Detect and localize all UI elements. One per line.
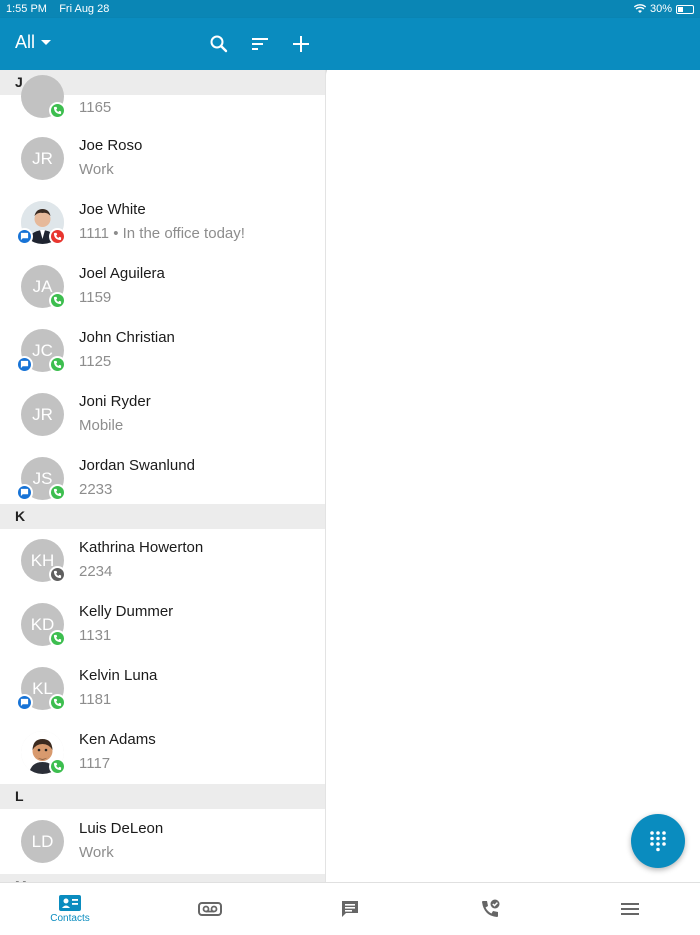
phone-status-icon xyxy=(49,102,66,119)
contact-detail: Mobile xyxy=(79,417,124,434)
contact-detail: 1165 xyxy=(79,99,112,116)
phone-status-icon xyxy=(49,356,66,373)
contact-name: Kelly Dummer xyxy=(79,603,174,620)
nav-calls[interactable] xyxy=(420,883,560,935)
contact-detail: 1111 • In the office today! xyxy=(79,225,245,242)
contact-row[interactable]: 1165 xyxy=(0,70,325,129)
app-bar: All xyxy=(0,18,700,70)
contact-name: Jordan Swanlund xyxy=(79,457,195,474)
dialpad-icon xyxy=(650,831,666,852)
filter-dropdown[interactable]: All xyxy=(15,32,52,53)
contact-row[interactable]: LD Luis DeLeon Work xyxy=(0,810,325,874)
message-icon xyxy=(342,901,358,917)
caret-down-icon xyxy=(41,40,52,45)
nav-menu[interactable] xyxy=(560,883,700,935)
contact-detail: 1117 xyxy=(79,755,111,772)
bottom-nav: Contacts xyxy=(0,882,700,934)
contact-row[interactable]: Ken Adams 1117 xyxy=(0,721,325,785)
section-header-m: M xyxy=(0,874,325,882)
phone-status-icon xyxy=(49,566,66,583)
phone-status-icon xyxy=(49,292,66,309)
nav-contacts-label: Contacts xyxy=(50,912,90,924)
contact-name: Joe Roso xyxy=(79,137,143,154)
wifi-icon xyxy=(633,4,646,13)
chat-badge-icon xyxy=(16,228,33,245)
contact-detail: 1181 xyxy=(79,691,112,708)
contact-detail: Work xyxy=(79,844,114,861)
contact-name: Joni Ryder xyxy=(79,393,151,410)
phone-status-icon xyxy=(49,630,66,647)
contact-row[interactable]: JS Jordan Swanlund 2233 xyxy=(0,447,325,511)
contact-row[interactable]: JA Joel Aguilera 1159 xyxy=(0,255,325,319)
add-contact-button[interactable] xyxy=(289,32,313,56)
phone-status-icon xyxy=(49,694,66,711)
chat-badge-icon xyxy=(16,484,33,501)
contact-row[interactable]: KD Kelly Dummer 1131 xyxy=(0,593,325,657)
phone-status-icon xyxy=(49,758,66,775)
contact-name: John Christian xyxy=(79,329,175,346)
contact-row[interactable]: Joe White 1111 • In the office today! xyxy=(0,191,325,255)
search-button[interactable] xyxy=(207,32,231,56)
contact-row[interactable]: JR Joni Ryder Mobile xyxy=(0,383,325,447)
chat-badge-icon xyxy=(16,694,33,711)
sort-button[interactable] xyxy=(248,32,272,56)
search-icon xyxy=(210,35,228,53)
contact-name: Joel Aguilera xyxy=(79,265,165,282)
contact-name: Kelvin Luna xyxy=(79,667,158,684)
status-bar: 1:55 PM Fri Aug 28 30% xyxy=(0,0,700,18)
menu-icon xyxy=(621,903,639,915)
contact-detail: 1125 xyxy=(79,353,112,370)
filter-label: All xyxy=(15,32,36,52)
contact-name: Kathrina Howerton xyxy=(79,539,204,556)
voicemail-icon xyxy=(198,902,222,916)
contact-name: Joe White xyxy=(79,201,146,218)
contacts-icon xyxy=(59,894,81,911)
contact-name: Ken Adams xyxy=(79,731,156,748)
status-time: 1:55 PM xyxy=(6,3,47,15)
nav-contacts[interactable]: Contacts xyxy=(0,883,140,935)
nav-voicemail[interactable] xyxy=(140,883,280,935)
contact-list[interactable]: J K L M 1165JRJoe RosoWorkJoe White1111 … xyxy=(0,70,326,882)
contact-detail: 2234 xyxy=(79,563,113,580)
detail-pane xyxy=(327,70,700,882)
dialpad-button[interactable] xyxy=(631,814,685,868)
sort-icon xyxy=(252,38,268,50)
battery-icon xyxy=(676,4,694,14)
chat-badge-icon xyxy=(16,356,33,373)
status-right: 30% xyxy=(633,3,694,15)
contact-detail: Work xyxy=(79,161,114,178)
phone-check-icon xyxy=(482,899,500,917)
contact-row[interactable]: JR Joe Roso Work xyxy=(0,127,325,191)
status-date: Fri Aug 28 xyxy=(59,3,110,15)
avatar: LD xyxy=(21,820,64,863)
phone-status-icon xyxy=(49,484,66,501)
section-header-l: L xyxy=(0,784,325,809)
contact-name: Luis DeLeon xyxy=(79,820,164,837)
plus-icon xyxy=(293,36,309,52)
nav-messages[interactable] xyxy=(280,883,420,935)
contact-detail: 2233 xyxy=(79,481,113,498)
contact-detail: 1159 xyxy=(79,289,112,306)
avatar: JR xyxy=(21,137,64,180)
avatar: JR xyxy=(21,393,64,436)
contact-row[interactable]: KL Kelvin Luna 1181 xyxy=(0,657,325,721)
battery-percent: 30% xyxy=(649,3,672,15)
contact-row[interactable]: KH Kathrina Howerton 2234 xyxy=(0,529,325,593)
contact-row[interactable]: JC John Christian 1125 xyxy=(0,319,325,383)
phone-status-icon xyxy=(49,228,66,245)
contact-detail: 1131 xyxy=(79,627,112,644)
status-left: 1:55 PM Fri Aug 28 xyxy=(6,3,634,15)
